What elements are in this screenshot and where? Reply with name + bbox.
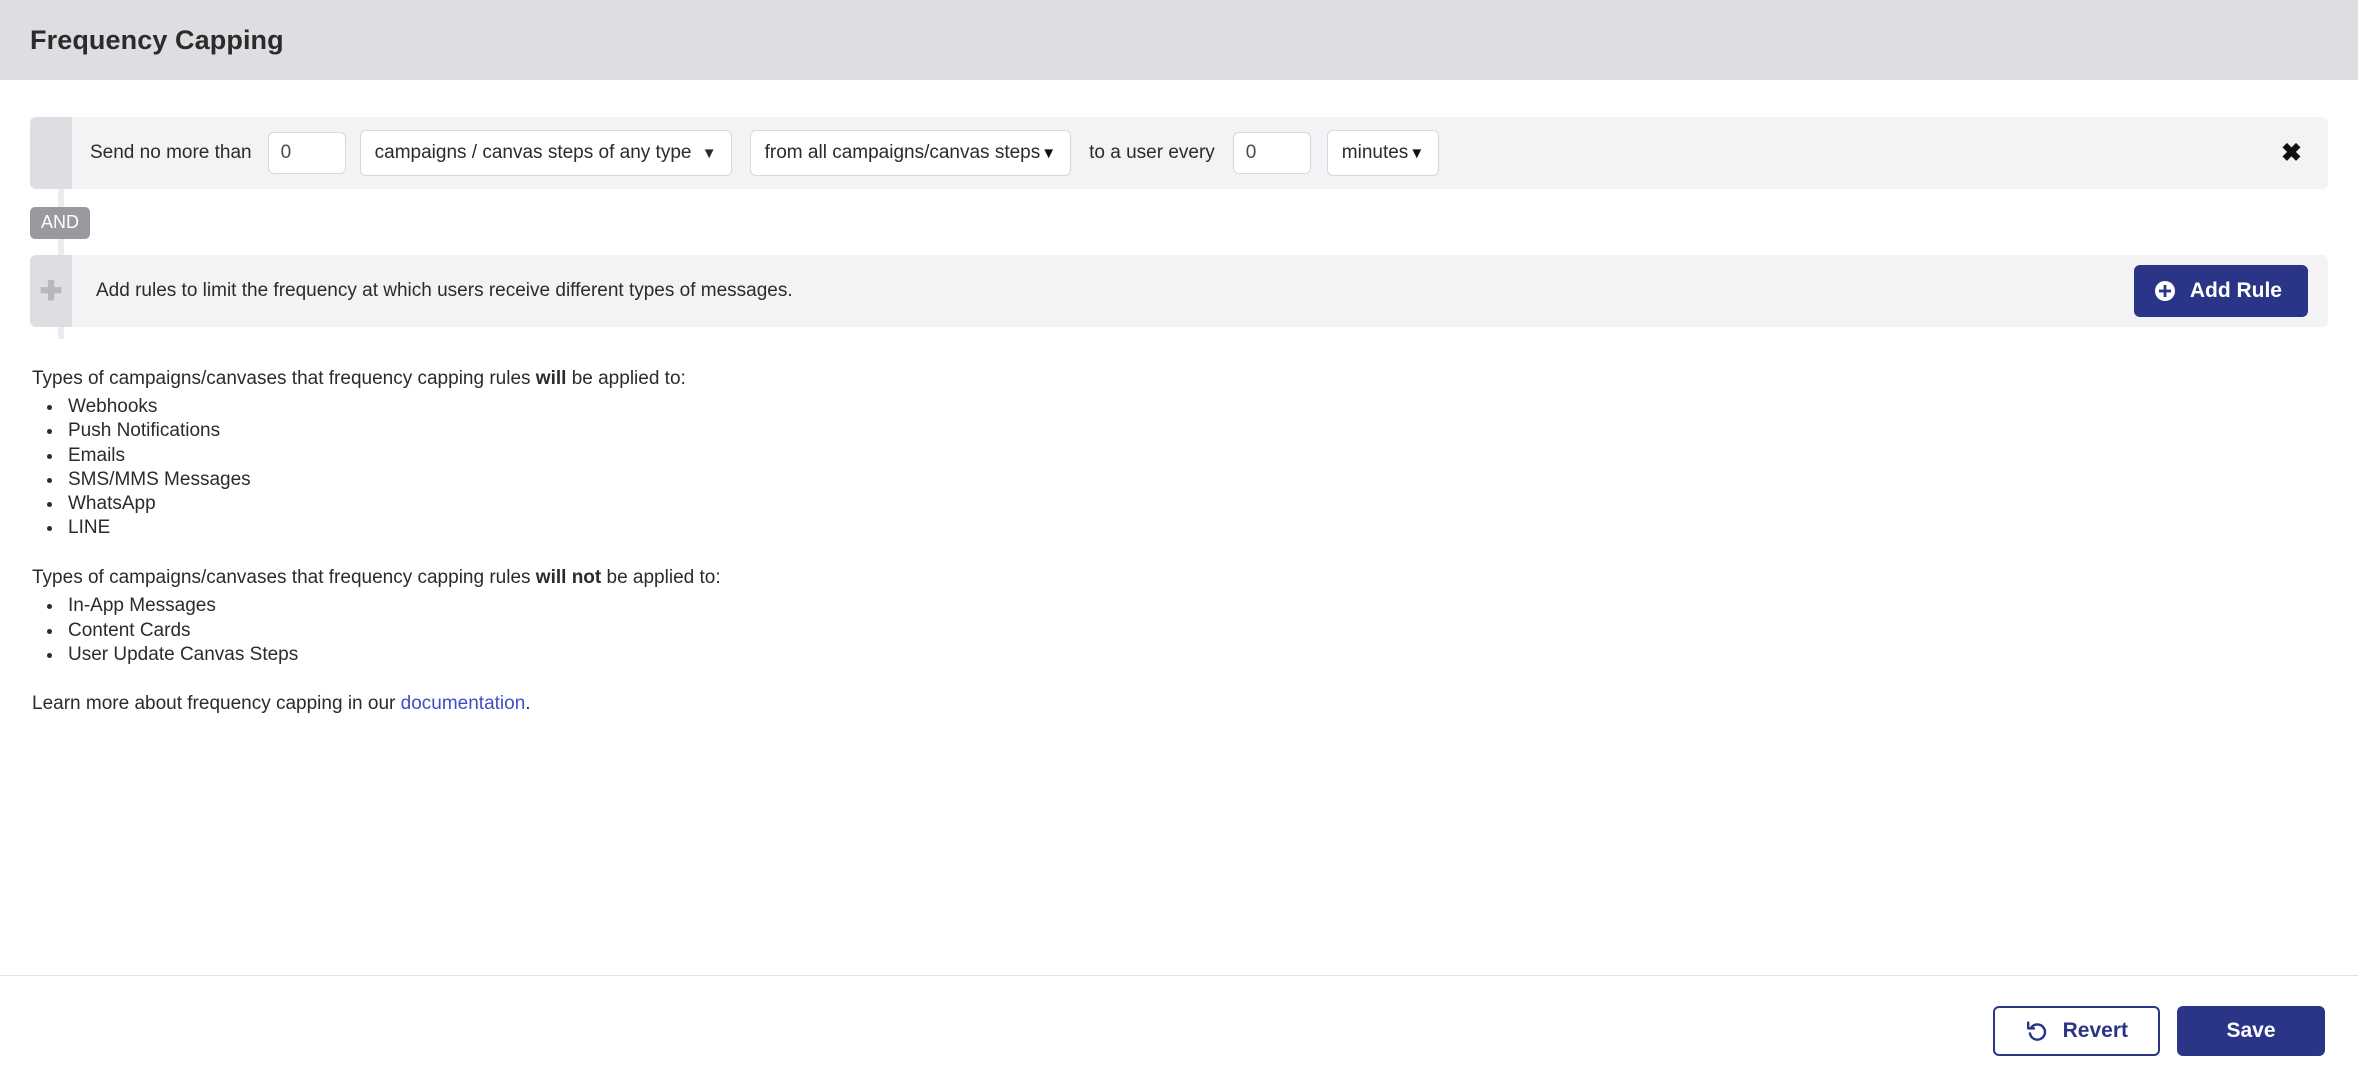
message-count-input[interactable] [267, 132, 346, 174]
not-applied-intro-prefix: Types of campaigns/canvases that frequen… [32, 567, 536, 589]
add-rule-button[interactable]: Add Rule [2133, 265, 2308, 317]
rule-fields: Send no more than campaigns / canvas ste… [72, 117, 2328, 189]
list-item: Push Notifications [64, 419, 2328, 443]
info-block: Types of campaigns/canvases that frequen… [30, 367, 2328, 715]
footer-actions: Revert Save [0, 975, 2358, 1086]
learn-more-line: Learn more about frequency capping in ou… [32, 693, 2328, 715]
add-rule-plus-icon[interactable]: ✚ [30, 255, 72, 327]
list-item: WhatsApp [64, 492, 2328, 516]
add-rule-button-label: Add Rule [2189, 279, 2282, 302]
rule-builder: Send no more than campaigns / canvas ste… [30, 117, 2328, 339]
not-applied-intro-suffix: be applied to: [601, 567, 721, 589]
scope-select-value: from all campaigns/canvas steps [764, 142, 1041, 163]
circle-plus-icon [2154, 280, 2176, 302]
list-item: User Update Canvas Steps [64, 643, 2328, 667]
undo-icon [2025, 1019, 2049, 1043]
main-content: Send no more than campaigns / canvas ste… [0, 117, 2358, 715]
message-type-select-value: campaigns / canvas steps of any type [374, 142, 692, 163]
to-a-user-every-label: to a user every [1089, 142, 1215, 163]
add-rule-description: Add rules to limit the frequency at whic… [96, 280, 793, 301]
rule-drag-handle[interactable] [30, 117, 72, 189]
applied-intro-suffix: be applied to: [566, 368, 686, 389]
learn-more-prefix: Learn more about frequency capping in ou… [32, 692, 401, 714]
page-title: Frequency Capping [30, 24, 284, 55]
revert-button[interactable]: Revert [1992, 1006, 2160, 1056]
not-applied-intro-strong: will not [535, 567, 602, 589]
frequency-rule-row: Send no more than campaigns / canvas ste… [30, 117, 2328, 189]
list-item: LINE [64, 516, 2328, 540]
add-rule-row: ✚ Add rules to limit the frequency at wh… [30, 255, 2328, 327]
save-button-label: Save [2226, 1019, 2276, 1042]
send-no-more-than-label: Send no more than [90, 142, 252, 163]
chevron-down-icon: ▼ [1409, 144, 1425, 162]
list-item: In-App Messages [64, 594, 2328, 618]
applied-intro-prefix: Types of campaigns/canvases that frequen… [32, 368, 536, 389]
applied-list: Webhooks Push Notifications Emails SMS/M… [32, 395, 2328, 540]
and-badge[interactable]: AND [30, 207, 91, 239]
add-rule-content: Add rules to limit the frequency at whic… [72, 255, 2328, 327]
documentation-link[interactable]: documentation [401, 693, 526, 714]
list-item: Webhooks [64, 395, 2328, 419]
and-connector: AND [30, 189, 2328, 255]
chevron-down-icon: ▼ [1041, 144, 1057, 162]
interval-value-input[interactable] [1232, 132, 1311, 174]
list-item: SMS/MMS Messages [64, 468, 2328, 492]
interval-unit-select-value: minutes [1341, 142, 1409, 163]
chevron-down-icon: ▼ [701, 144, 717, 162]
save-button[interactable]: Save [2177, 1006, 2325, 1056]
applied-intro-strong: will [535, 368, 567, 389]
message-type-select[interactable]: campaigns / canvas steps of any type ▼ [359, 130, 732, 176]
scope-select[interactable]: from all campaigns/canvas steps ▼ [749, 130, 1072, 176]
not-applied-intro: Types of campaigns/canvases that frequen… [32, 566, 2328, 590]
list-item: Emails [64, 444, 2328, 468]
revert-button-label: Revert [2062, 1019, 2128, 1042]
applied-intro: Types of campaigns/canvases that frequen… [32, 367, 2328, 391]
not-applied-list: In-App Messages Content Cards User Updat… [32, 594, 2328, 666]
remove-rule-icon[interactable]: ✖ [2275, 137, 2308, 170]
interval-unit-select[interactable]: minutes ▼ [1326, 130, 1440, 176]
page-header: Frequency Capping [0, 0, 2358, 80]
list-item: Content Cards [64, 619, 2328, 643]
learn-more-suffix: . [525, 692, 531, 714]
